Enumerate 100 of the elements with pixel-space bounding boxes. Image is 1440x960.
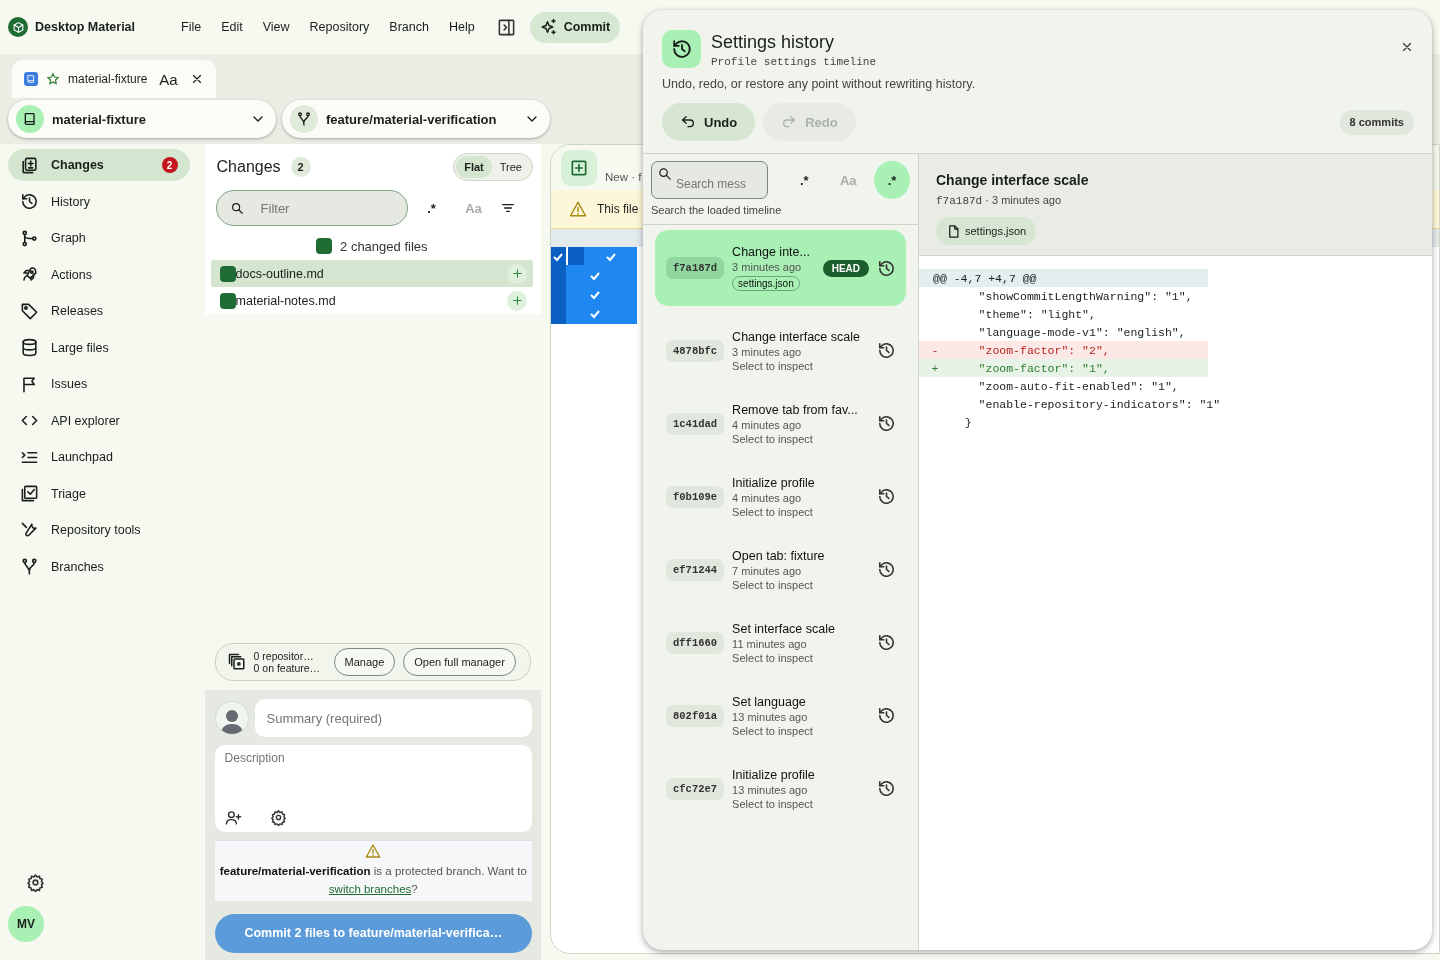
switch-branches-link[interactable]: switch branches: [328, 882, 412, 895]
commit-hint: Select to inspect: [732, 505, 814, 518]
restore-button[interactable]: [877, 560, 896, 579]
view-option[interactable]: Tree: [491, 156, 530, 178]
sidebar-item[interactable]: Releases: [8, 295, 190, 327]
history-icon: [20, 192, 39, 211]
repository-tab[interactable]: material-fixture Aa: [12, 60, 216, 98]
description-field[interactable]: Description: [214, 745, 532, 832]
rocket-icon: [20, 265, 39, 284]
count-badge: 2: [161, 157, 178, 173]
filter-field[interactable]: Filter: [215, 190, 408, 226]
sidebar-item[interactable]: Changes 2: [8, 149, 190, 181]
sidebar-item[interactable]: Issues: [8, 368, 190, 400]
stash-button[interactable]: Open full manager: [403, 648, 516, 676]
restore-button[interactable]: [877, 779, 896, 798]
commit-item[interactable]: ef71244 Open tab: fixture 7 minutes ago Select to inspect: [655, 533, 906, 606]
panel-title: Settings history: [711, 32, 836, 53]
code-line: "enable-repository-indicators": "1": [977, 396, 1221, 413]
changed-file-row[interactable]: material-notes.md: [210, 287, 533, 314]
document-plus-icon: [20, 155, 39, 175]
sidebar-item[interactable]: Triage: [8, 477, 190, 510]
search-icon: [229, 201, 244, 215]
stash-button[interactable]: Manage: [333, 648, 396, 676]
code-line: "theme": "light",: [977, 306, 1097, 323]
commit-button[interactable]: Commit: [529, 11, 621, 43]
commit-item[interactable]: cfc72e7 Initialize profile 13 minutes ago Select to inspect: [655, 752, 906, 825]
sidebar-item[interactable]: Branches: [8, 550, 190, 583]
panel-toggle-icon: [496, 17, 516, 37]
commit-item[interactable]: f0b109e Initialize profile 4 minutes ago Select to inspect: [655, 460, 906, 533]
restore-button[interactable]: [877, 633, 896, 652]
add-coauthor-icon: [224, 808, 242, 826]
menu-item[interactable]: View: [262, 20, 290, 34]
panel-description: Undo, redo, or restore any point without rewriting history.: [662, 77, 977, 91]
commit-item[interactable]: f7a187d Change inte... 3 minutes ago settings.json HEAD: [655, 230, 906, 306]
history-icon: [877, 779, 896, 798]
graph-icon: [20, 228, 39, 248]
wrench-icon: [20, 520, 39, 540]
repository-selector[interactable]: material-fixture: [8, 100, 276, 138]
sidebar-item[interactable]: Graph: [8, 222, 190, 254]
summary-field[interactable]: Summary (required): [254, 699, 532, 737]
branch-selector[interactable]: feature/material-verification: [282, 100, 550, 138]
commit-title: Initialize profile: [732, 475, 816, 490]
add-button[interactable]: [507, 263, 527, 284]
file-icon: [946, 223, 961, 239]
close-button[interactable]: [1400, 40, 1414, 54]
restore-button[interactable]: [877, 341, 896, 360]
sidebar-item[interactable]: Launchpad: [8, 441, 190, 473]
restore-button[interactable]: [877, 258, 896, 278]
commit-time: 3 minutes ago: [732, 345, 803, 358]
add-button[interactable]: [507, 290, 527, 311]
menu-item[interactable]: Branch: [389, 20, 429, 34]
menu-item[interactable]: Edit: [221, 20, 243, 34]
favorite-star-icon[interactable]: [46, 72, 60, 86]
menu-item[interactable]: File: [181, 20, 202, 34]
sidebar-item[interactable]: Actions: [8, 258, 190, 291]
commit-hash: cfc72e7: [666, 777, 725, 800]
head-badge: HEAD: [822, 259, 869, 277]
search-toggle[interactable]: .*: [874, 161, 910, 199]
redo-icon: [781, 114, 798, 130]
commit-hash: ef71244: [666, 558, 725, 581]
filter-toggle[interactable]: .*: [413, 200, 450, 216]
search-field[interactable]: Search mess: [651, 161, 768, 199]
history-icon: [877, 414, 896, 433]
view-option[interactable]: Flat: [456, 156, 492, 178]
menu-item[interactable]: Help: [448, 20, 475, 34]
sidebar-item[interactable]: API explorer: [8, 404, 190, 437]
checkbox-icon: [20, 484, 39, 503]
commit-item[interactable]: 4878bfc Change interface scale 3 minutes ago Select to inspect: [655, 314, 906, 387]
menu-item[interactable]: Repository: [309, 20, 370, 34]
commit-hash: dff1660: [666, 631, 725, 654]
sidebar-item[interactable]: Large files: [8, 331, 190, 364]
file-warning: This file: [597, 202, 639, 216]
changed-file-row[interactable]: docs-outline.md: [210, 260, 533, 287]
settings-icon: [26, 873, 45, 892]
undo-button[interactable]: Undo: [662, 103, 756, 141]
stash-count: 0 repositor…: [253, 650, 315, 662]
commit-title: Set language: [732, 694, 807, 709]
commit-item[interactable]: 1c41dad Remove tab from fav... 4 minutes ago Select to inspect: [655, 387, 906, 460]
filter-input[interactable]: Filter: [228, 191, 395, 225]
code-line: "zoom-auto-fit-enabled": "1",: [977, 378, 1180, 395]
file-chip[interactable]: settings.json: [936, 217, 1037, 245]
commit-detail-title: Change interface scale: [936, 172, 1090, 188]
commit-time: 11 minutes ago: [732, 637, 808, 650]
restore-button[interactable]: [877, 706, 896, 725]
commit-time: 13 minutes ago: [732, 783, 809, 796]
sidebar-item[interactable]: Repository tools: [8, 514, 190, 546]
add-file-button[interactable]: [561, 149, 597, 186]
user-avatar[interactable]: MV: [8, 906, 44, 942]
font-label: Aa: [159, 70, 178, 88]
commit-time: 4 minutes ago: [732, 418, 803, 431]
commit-item[interactable]: dff1660 Set interface scale 11 minutes ago Select to inspect: [655, 606, 906, 679]
commit-item[interactable]: 802f01a Set language 13 minutes ago Select to inspect: [655, 679, 906, 752]
search-toggle[interactable]: .*: [786, 161, 823, 199]
plus-icon: [510, 267, 524, 280]
commit-time: 4 minutes ago: [732, 491, 803, 504]
restore-button[interactable]: [877, 487, 896, 506]
restore-button[interactable]: [877, 414, 896, 433]
sidebar-item[interactable]: History: [8, 185, 190, 218]
commit-hash: f0b109e: [666, 485, 725, 508]
undo-icon: [680, 114, 696, 130]
